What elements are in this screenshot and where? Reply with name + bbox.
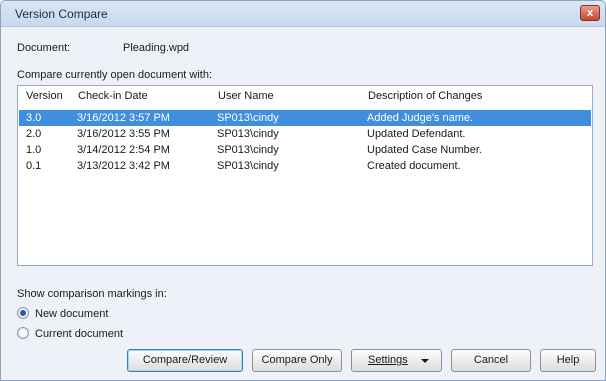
radio-button[interactable] [17,327,29,339]
list-row[interactable]: 2.0 3/16/2012 3:55 PM SP013\cindy Update… [19,126,591,142]
help-button[interactable]: Help [540,349,596,372]
row-version: 0.1 [26,160,42,172]
row-checkin-date: 3/16/2012 3:55 PM [77,128,170,140]
row-user-name: SP013\cindy [217,160,279,172]
column-header-description[interactable]: Description of Changes [360,86,592,106]
compare-with-label: Compare currently open document with: [17,69,213,81]
row-checkin-date: 3/14/2012 2:54 PM [77,144,170,156]
radio-label: New document [35,308,109,320]
row-description: Added Judge's name. [367,112,474,124]
radio-button[interactable] [17,307,29,319]
title-bar[interactable]: Version Compare x [1,1,605,27]
close-icon: x [586,7,594,19]
row-version: 3.0 [26,112,42,124]
compare-review-button[interactable]: Compare/Review [127,349,243,372]
document-label: Document: [17,42,71,54]
markings-label: Show comparison markings in: [17,288,167,300]
row-checkin-date: 3/16/2012 3:57 PM [77,112,170,124]
window-title: Version Compare [15,7,108,21]
row-description: Created document. [367,160,461,172]
column-header-user-name[interactable]: User Name [210,86,360,106]
row-description: Updated Case Number. [367,144,482,156]
list-header: Version Check-in Date User Name Descript… [18,86,592,106]
settings-label: Settings [368,354,408,366]
column-header-checkin-date[interactable]: Check-in Date [70,86,210,106]
version-compare-dialog: Version Compare x Document: Pleading.wpd… [0,0,606,381]
document-name: Pleading.wpd [123,42,190,54]
row-version: 2.0 [26,128,42,140]
column-header-version[interactable]: Version [18,86,70,106]
settings-button[interactable]: Settings [351,349,442,372]
list-row[interactable]: 0.1 3/13/2012 3:42 PM SP013\cindy Create… [19,158,591,174]
version-list[interactable]: Version Check-in Date User Name Descript… [17,85,593,266]
row-user-name: SP013\cindy [217,112,279,124]
row-user-name: SP013\cindy [217,128,279,140]
radio-label: Current document [35,328,124,340]
cancel-button[interactable]: Cancel [451,349,531,372]
list-row[interactable]: 3.0 3/16/2012 3:57 PM SP013\cindy Added … [19,110,591,126]
close-button[interactable]: x [580,5,600,21]
dropdown-arrow-icon [421,359,429,363]
compare-only-button[interactable]: Compare Only [252,349,342,372]
row-checkin-date: 3/13/2012 3:42 PM [77,160,170,172]
list-rows: 3.0 3/16/2012 3:57 PM SP013\cindy Added … [19,110,591,174]
row-description: Updated Defendant. [367,128,466,140]
row-version: 1.0 [26,144,42,156]
row-user-name: SP013\cindy [217,144,279,156]
list-row[interactable]: 1.0 3/14/2012 2:54 PM SP013\cindy Update… [19,142,591,158]
